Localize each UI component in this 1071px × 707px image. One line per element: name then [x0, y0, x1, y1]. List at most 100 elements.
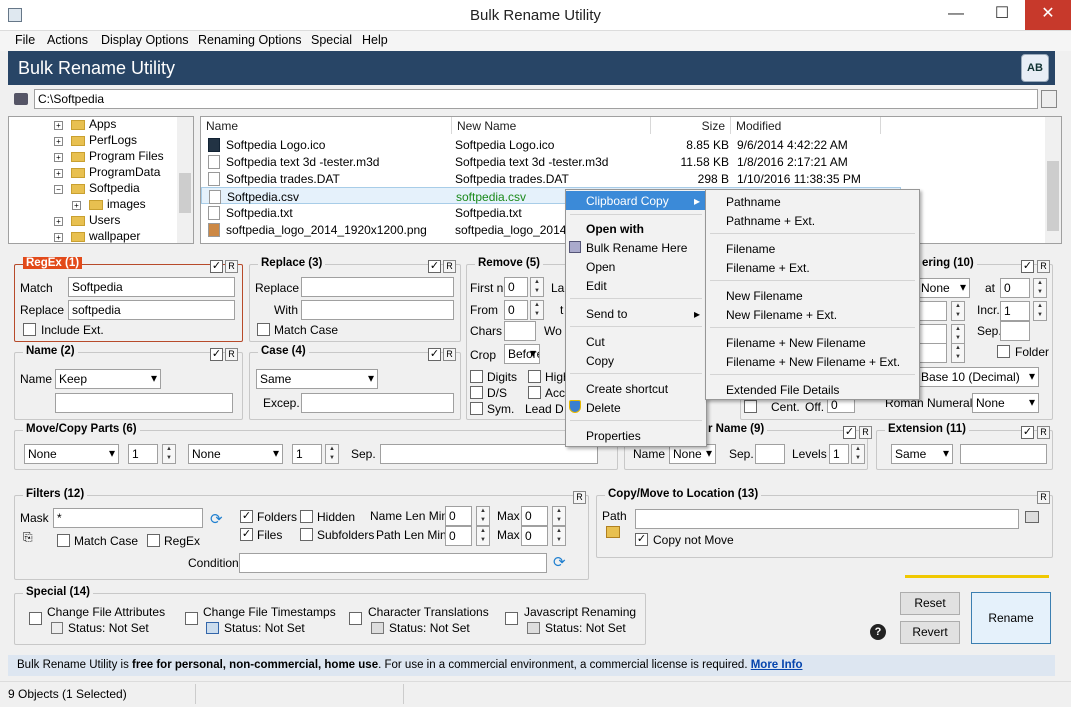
col-header-size[interactable]: Size: [651, 117, 731, 134]
folder-checkbox[interactable]: [997, 345, 1010, 358]
match-input[interactable]: Softpedia: [68, 277, 235, 297]
ctx-copy[interactable]: Copy: [566, 351, 706, 370]
maximize-button[interactable]: ☐: [979, 0, 1025, 30]
match-case-checkbox[interactable]: [257, 323, 270, 336]
expand-icon[interactable]: −: [54, 185, 63, 194]
sub-filename-new-filename[interactable]: Filename + New Filename: [706, 333, 919, 352]
case-reset-button[interactable]: R: [443, 348, 456, 361]
name-input[interactable]: [55, 393, 233, 413]
folder-name-reset-button[interactable]: R: [859, 426, 872, 439]
levels-input[interactable]: 1: [829, 444, 849, 464]
folder-name-enable-checkbox[interactable]: ✓: [843, 426, 856, 439]
first-n-input[interactable]: 0: [504, 277, 528, 297]
minimize-button[interactable]: —: [933, 0, 979, 30]
move-part1-spinner[interactable]: ▲ ▼: [162, 444, 176, 464]
folders-checkbox[interactable]: ✓: [240, 510, 253, 523]
ctx-properties[interactable]: Properties: [566, 426, 706, 445]
sub-filename-new-filename-ext[interactable]: Filename + New Filename + Ext.: [706, 352, 919, 371]
tree-item[interactable]: Users: [71, 213, 120, 229]
more-info-link[interactable]: More Info: [751, 659, 803, 671]
browse-folder-icon[interactable]: [1041, 90, 1057, 108]
tree-scrollbar[interactable]: [177, 117, 193, 243]
move-part1-count[interactable]: 1: [128, 444, 158, 464]
filter-options-icon[interactable]: ⎘: [23, 530, 33, 545]
files-checkbox[interactable]: ✓: [240, 528, 253, 541]
pad-spinner[interactable]: ▲ ▼: [951, 324, 965, 344]
hidden-checkbox[interactable]: [300, 510, 313, 523]
revert-button[interactable]: Revert: [900, 621, 960, 644]
copy-browse-icon[interactable]: [1025, 511, 1039, 523]
sym-checkbox[interactable]: [470, 402, 483, 415]
high-checkbox[interactable]: [528, 370, 541, 383]
attributes-checkbox[interactable]: [29, 612, 42, 625]
chars-input[interactable]: [504, 321, 536, 341]
ctx-send-to[interactable]: Send to ▸: [566, 304, 706, 323]
copy-path-input[interactable]: [635, 509, 1019, 529]
expand-icon[interactable]: +: [72, 201, 81, 210]
filter-match-case-checkbox[interactable]: [57, 534, 70, 547]
include-ext-checkbox[interactable]: [23, 323, 36, 336]
condition-input[interactable]: [239, 553, 547, 573]
menu-help[interactable]: Help: [362, 33, 388, 47]
file-row[interactable]: Softpedia text 3d -tester.m3d Softpedia t…: [201, 153, 901, 170]
extension-enable-checkbox[interactable]: ✓: [1021, 426, 1034, 439]
case-enable-checkbox[interactable]: ✓: [428, 348, 441, 361]
roman-numerals-select[interactable]: None: [972, 393, 1039, 413]
move-part2-select[interactable]: None: [188, 444, 283, 464]
case-select[interactable]: Same: [256, 369, 378, 389]
numbering-enable-checkbox[interactable]: ✓: [1021, 260, 1034, 273]
sub-pathname[interactable]: Pathname: [706, 192, 919, 211]
tree-item[interactable]: ProgramData: [71, 165, 160, 181]
path-len-max-spinner[interactable]: ▲ ▼: [552, 526, 566, 546]
replace-enable-checkbox[interactable]: ✓: [428, 260, 441, 273]
regex-enable-checkbox[interactable]: ✓: [210, 260, 223, 273]
menu-actions[interactable]: Actions: [47, 33, 88, 47]
numbering-reset-button[interactable]: R: [1037, 260, 1050, 273]
from-input[interactable]: 0: [504, 300, 528, 320]
digits-checkbox[interactable]: [470, 370, 483, 383]
sub-filename-ext[interactable]: Filename + Ext.: [706, 258, 919, 277]
folder-sep-input[interactable]: [755, 444, 785, 464]
sep-input[interactable]: [1000, 321, 1030, 341]
sub-filename[interactable]: Filename: [706, 239, 919, 258]
menu-renaming-options[interactable]: Renaming Options: [198, 33, 302, 47]
move-sep-input[interactable]: [380, 444, 598, 464]
path-input[interactable]: C:\Softpedia: [34, 89, 1038, 109]
expand-icon[interactable]: +: [54, 153, 63, 162]
path-len-min-spinner[interactable]: ▲ ▼: [476, 526, 490, 546]
copy-move-reset-button[interactable]: R: [1037, 491, 1050, 504]
extension-input[interactable]: [960, 444, 1047, 464]
refresh-icon[interactable]: ⟳: [210, 510, 223, 528]
levels-spinner[interactable]: ▲ ▼: [851, 444, 865, 464]
menu-file[interactable]: File: [15, 33, 35, 47]
path-len-min-input[interactable]: 0: [445, 526, 472, 546]
name-len-max-spinner[interactable]: ▲ ▼: [552, 506, 566, 526]
sub-pathname-ext[interactable]: Pathname + Ext.: [706, 211, 919, 230]
ctx-edit[interactable]: Edit: [566, 276, 706, 295]
at-input[interactable]: 0: [1000, 278, 1030, 298]
ds-checkbox[interactable]: [470, 386, 483, 399]
replace-input[interactable]: softpedia: [68, 300, 235, 320]
base-select[interactable]: Base 10 (Decimal): [917, 367, 1039, 387]
copy-not-move-checkbox[interactable]: ✓: [635, 533, 648, 546]
timestamps-checkbox[interactable]: [185, 612, 198, 625]
folder-tree[interactable]: Apps PerfLogs Program Files ProgramData …: [8, 116, 194, 244]
sub-new-filename-ext[interactable]: New Filename + Ext.: [706, 305, 919, 324]
col-header-modified[interactable]: Modified: [731, 117, 881, 134]
file-row[interactable]: Softpedia trades.DAT Softpedia trades.DAT…: [201, 170, 901, 187]
subfolders-checkbox[interactable]: [300, 528, 313, 541]
name-len-min-input[interactable]: 0: [445, 506, 472, 526]
rename-button[interactable]: Rename: [971, 592, 1051, 644]
tree-item[interactable]: Softpedia: [71, 181, 140, 197]
filters-reset-button[interactable]: R: [573, 491, 586, 504]
expand-icon[interactable]: +: [54, 233, 63, 242]
tree-item[interactable]: PerfLogs: [71, 133, 137, 149]
from-spinner[interactable]: ▲ ▼: [530, 300, 544, 320]
expand-icon[interactable]: +: [54, 121, 63, 130]
ctx-create-shortcut[interactable]: Create shortcut: [566, 379, 706, 398]
ctx-open-with[interactable]: Open with: [566, 219, 706, 238]
expand-icon[interactable]: +: [54, 137, 63, 146]
translations-checkbox[interactable]: [349, 612, 362, 625]
break-input[interactable]: [917, 343, 947, 363]
file-list-scrollbar[interactable]: [1045, 117, 1061, 243]
